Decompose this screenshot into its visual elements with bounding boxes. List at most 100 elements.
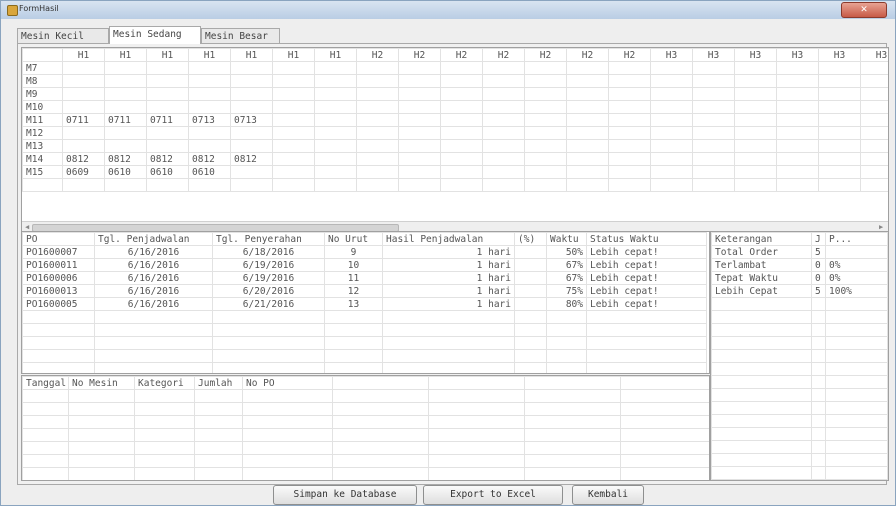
column-header[interactable]: H1 — [188, 48, 231, 62]
column-header[interactable] — [428, 376, 525, 390]
column-header[interactable]: H2 — [566, 48, 609, 62]
column-header[interactable]: H3 — [860, 48, 888, 62]
tab-mesin-besar[interactable]: Mesin Besar — [201, 28, 280, 44]
column-header[interactable] — [524, 376, 621, 390]
table-row[interactable] — [22, 428, 709, 442]
column-header[interactable]: H2 — [482, 48, 525, 62]
table-row[interactable] — [22, 467, 709, 480]
table-row[interactable]: Total Order 5 — [711, 245, 888, 259]
column-header[interactable]: H3 — [692, 48, 735, 62]
table-row[interactable] — [711, 466, 888, 480]
table-row[interactable]: PO1600013 6/16/2016 6/20/2016 12 1 hari 75% Le… — [22, 284, 707, 298]
column-header[interactable]: H3 — [818, 48, 861, 62]
column-header[interactable]: Waktu — [546, 232, 587, 246]
table-row[interactable]: PO1600007 6/16/2016 6/18/2016 9 1 hari 50% Leb… — [22, 245, 707, 259]
table-row[interactable] — [711, 310, 888, 324]
column-header[interactable]: No Urut — [324, 232, 383, 246]
table-row[interactable]: M9 — [22, 87, 888, 101]
column-header[interactable]: H1 — [230, 48, 273, 62]
column-header[interactable]: H1 — [272, 48, 315, 62]
table-row[interactable]: M11 0711 0711 0711 0713 0713 — [22, 113, 888, 127]
table-row[interactable] — [711, 349, 888, 363]
table-row[interactable] — [22, 349, 707, 363]
table-row[interactable]: PO1600006 6/16/2016 6/19/2016 11 1 hari 67% Le… — [22, 271, 707, 285]
table-row[interactable]: M7 — [22, 61, 888, 75]
table-row[interactable] — [711, 388, 888, 402]
table-row[interactable] — [711, 362, 888, 376]
table-row[interactable]: M15 0609 0610 0610 0610 — [22, 165, 888, 179]
back-button[interactable]: Kembali — [572, 485, 644, 505]
column-header[interactable]: Status Waktu — [586, 232, 707, 246]
table-row[interactable] — [711, 401, 888, 415]
column-header[interactable]: No Mesin — [68, 376, 135, 390]
tab-mesin-kecil[interactable]: Mesin Kecil — [17, 28, 109, 44]
table-row[interactable] — [711, 414, 888, 428]
column-header[interactable]: J — [811, 232, 826, 246]
column-header[interactable]: H2 — [398, 48, 441, 62]
table-cell — [711, 375, 812, 389]
table-row[interactable]: M8 — [22, 74, 888, 88]
column-header[interactable]: H2 — [356, 48, 399, 62]
table-row[interactable] — [711, 375, 888, 389]
table-row[interactable] — [22, 441, 709, 455]
table-row[interactable]: M14 0812 0812 0812 0812 0812 — [22, 152, 888, 166]
table-row[interactable] — [22, 402, 709, 416]
column-header[interactable]: H1 — [146, 48, 189, 62]
column-header[interactable]: H2 — [608, 48, 651, 62]
column-header[interactable]: H2 — [524, 48, 567, 62]
table-row[interactable]: PO1600005 6/16/2016 6/21/2016 13 1 hari 80% Le… — [22, 297, 707, 311]
column-header[interactable]: H1 — [314, 48, 357, 62]
table-row[interactable]: Lebih Cepat 5 100% — [711, 284, 888, 298]
export-to-excel-button[interactable]: Export to Excel — [423, 485, 563, 505]
column-header[interactable]: Hasil Penjadwalan — [382, 232, 515, 246]
column-header[interactable]: H1 — [62, 48, 105, 62]
column-header[interactable]: H2 — [440, 48, 483, 62]
table-row[interactable] — [22, 336, 707, 350]
table-row[interactable] — [711, 427, 888, 441]
table-row[interactable]: Terlambat 0 0% — [711, 258, 888, 272]
column-header[interactable]: Kategori — [134, 376, 195, 390]
table-row[interactable] — [22, 389, 709, 403]
schedule-grid[interactable]: H1 H1 H1 H1 H1 H1 H1 H2 H2 H2 H2 H2 H2 H2 H3 H3 H3 H3 H3 H3… — [21, 47, 889, 233]
column-header[interactable]: H3 — [776, 48, 819, 62]
column-header[interactable]: PO — [22, 232, 95, 246]
table-row[interactable] — [711, 323, 888, 337]
table-row[interactable] — [711, 453, 888, 467]
table-row[interactable] — [22, 310, 707, 324]
machine-grid[interactable]: Tanggal No Mesin Kategori Jumlah No PO — [21, 375, 710, 481]
column-header[interactable]: Tgl. Penjadwalan — [94, 232, 213, 246]
column-header[interactable] — [332, 376, 429, 390]
table-row[interactable]: PO1600011 6/16/2016 6/19/2016 10 1 hari 67% Le… — [22, 258, 707, 272]
column-header[interactable]: P... — [825, 232, 888, 246]
table-row[interactable]: M13 — [22, 139, 888, 153]
table-row[interactable]: Tepat Waktu 0 0% — [711, 271, 888, 285]
column-header[interactable]: Tanggal — [22, 376, 69, 390]
table-row[interactable] — [711, 440, 888, 454]
close-button[interactable]: ✕ — [841, 2, 887, 18]
column-header[interactable]: Tgl. Penyerahan — [212, 232, 325, 246]
table-row[interactable] — [22, 178, 888, 192]
table-row[interactable] — [711, 336, 888, 350]
column-header[interactable]: No PO — [242, 376, 333, 390]
table-cell — [734, 113, 777, 127]
table-row[interactable]: M12 — [22, 126, 888, 140]
table-row[interactable] — [22, 454, 709, 468]
column-header[interactable]: H3 — [734, 48, 777, 62]
title-bar[interactable]: FormHasil ✕ — [1, 1, 895, 19]
table-row[interactable] — [711, 297, 888, 311]
column-header[interactable]: H3 — [650, 48, 693, 62]
table-row[interactable] — [22, 415, 709, 429]
orders-grid[interactable]: PO Tgl. Penjadwalan Tgl. Penyerahan No Urut… — [21, 231, 710, 374]
tab-mesin-sedang[interactable]: Mesin Sedang — [109, 26, 201, 44]
table-row[interactable] — [22, 323, 707, 337]
column-header[interactable] — [620, 376, 709, 390]
column-header[interactable]: H1 — [104, 48, 147, 62]
column-header[interactable] — [22, 48, 63, 62]
table-row[interactable]: M10 — [22, 100, 888, 114]
column-header[interactable]: Jumlah — [194, 376, 243, 390]
summary-grid[interactable]: Keterangan J P... Total Order 5 Terlambat 0 0% T… — [710, 231, 889, 481]
column-header[interactable]: Keterangan — [711, 232, 812, 246]
column-header[interactable]: (%) — [514, 232, 547, 246]
save-to-database-button[interactable]: Simpan ke Database — [273, 485, 417, 505]
table-row[interactable] — [22, 362, 707, 373]
